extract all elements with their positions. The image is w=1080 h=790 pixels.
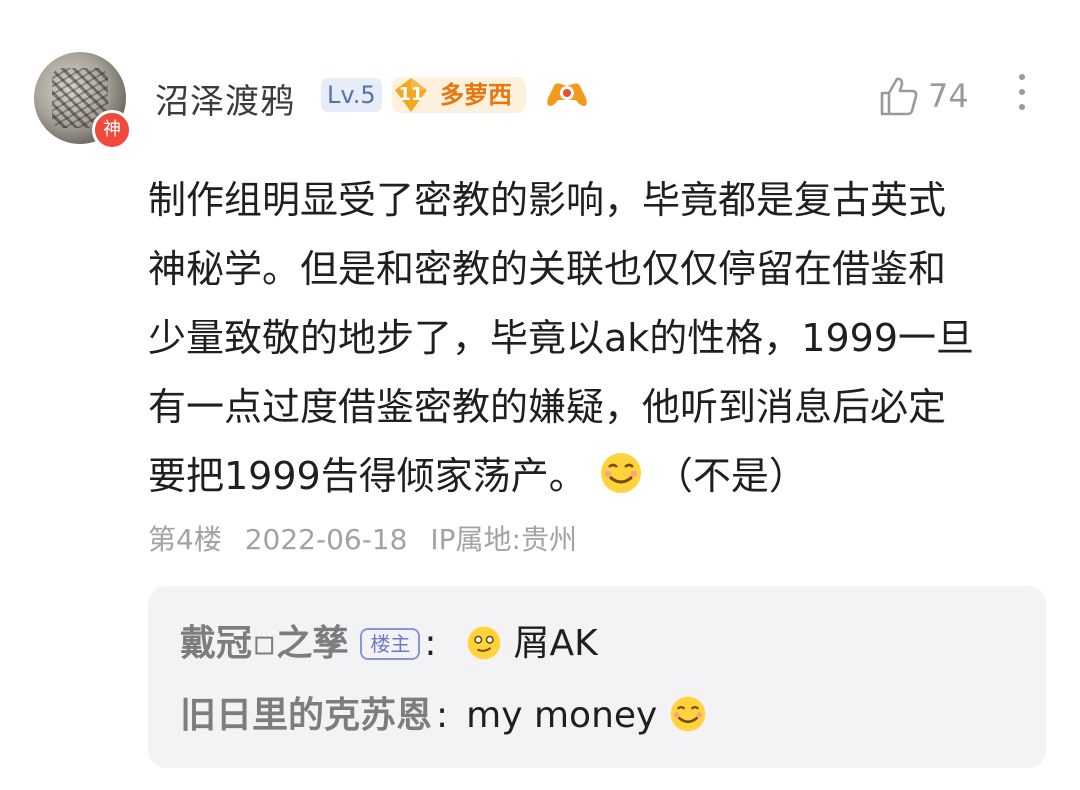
smile-emoji-icon bbox=[670, 696, 706, 732]
op-tag: 楼主 bbox=[360, 628, 421, 660]
smirk-emoji-icon bbox=[467, 626, 501, 660]
content-text: （不是） bbox=[654, 454, 807, 498]
game-controller-icon[interactable] bbox=[544, 76, 590, 116]
reply-panel[interactable]: 戴冠▫之孳 楼主: 屑AK 旧日里的克苏恩: my money bbox=[148, 586, 1046, 768]
like-count: 74 bbox=[928, 77, 969, 115]
ip-location: IP属地:贵州 bbox=[430, 523, 577, 556]
reply-item[interactable]: 戴冠▫之孳 楼主: 屑AK bbox=[180, 614, 598, 666]
content-line: 神秘学。但是和密教的关联也仅仅停留在借鉴和 bbox=[148, 247, 947, 291]
reply-text: 屑AK bbox=[513, 623, 598, 664]
reply-item[interactable]: 旧日里的克苏恩: my money bbox=[180, 686, 707, 738]
avatar-badge: 神 bbox=[92, 110, 132, 150]
vertical-dots-icon[interactable] bbox=[1012, 74, 1032, 118]
reply-text: my money bbox=[466, 695, 658, 736]
content-line: 要把1999告得倾家荡产。 （不是） bbox=[148, 442, 1048, 511]
reply-colon: : bbox=[424, 623, 437, 664]
thumbs-up-icon[interactable] bbox=[878, 75, 920, 117]
smile-emoji-icon bbox=[600, 453, 641, 493]
username[interactable]: 沼泽渡鸦 bbox=[155, 74, 295, 123]
post-content: 制作组明显受了密教的影响，毕竟都是复古英式 神秘学。但是和密教的关联也仅仅停留在… bbox=[148, 166, 1048, 511]
fan-badge[interactable]: 11 多萝西 bbox=[392, 77, 526, 113]
fan-badge-name: 多萝西 bbox=[440, 81, 512, 109]
reply-colon: : bbox=[436, 695, 449, 736]
content-line: 制作组明显受了密教的影响，毕竟都是复古英式 bbox=[148, 178, 947, 222]
content-text: 要把1999告得倾家荡产。 bbox=[148, 454, 587, 498]
fan-badge-level: 11 bbox=[398, 84, 424, 105]
level-badge[interactable]: Lv.5 bbox=[321, 78, 382, 112]
floor-number: 第4楼 bbox=[148, 523, 222, 556]
content-line: 有一点过度借鉴密教的嫌疑，他听到消息后必定 bbox=[148, 385, 947, 429]
content-line: 少量致敬的地步了，毕竟以ak的性格，1999一旦 bbox=[148, 316, 975, 360]
post-date: 2022-06-18 bbox=[244, 523, 408, 556]
reply-author[interactable]: 旧日里的克苏恩 bbox=[180, 695, 432, 736]
reply-author[interactable]: 戴冠▫之孳 bbox=[180, 623, 348, 664]
post-meta: 第4楼 2022-06-18 IP属地:贵州 bbox=[148, 518, 591, 558]
